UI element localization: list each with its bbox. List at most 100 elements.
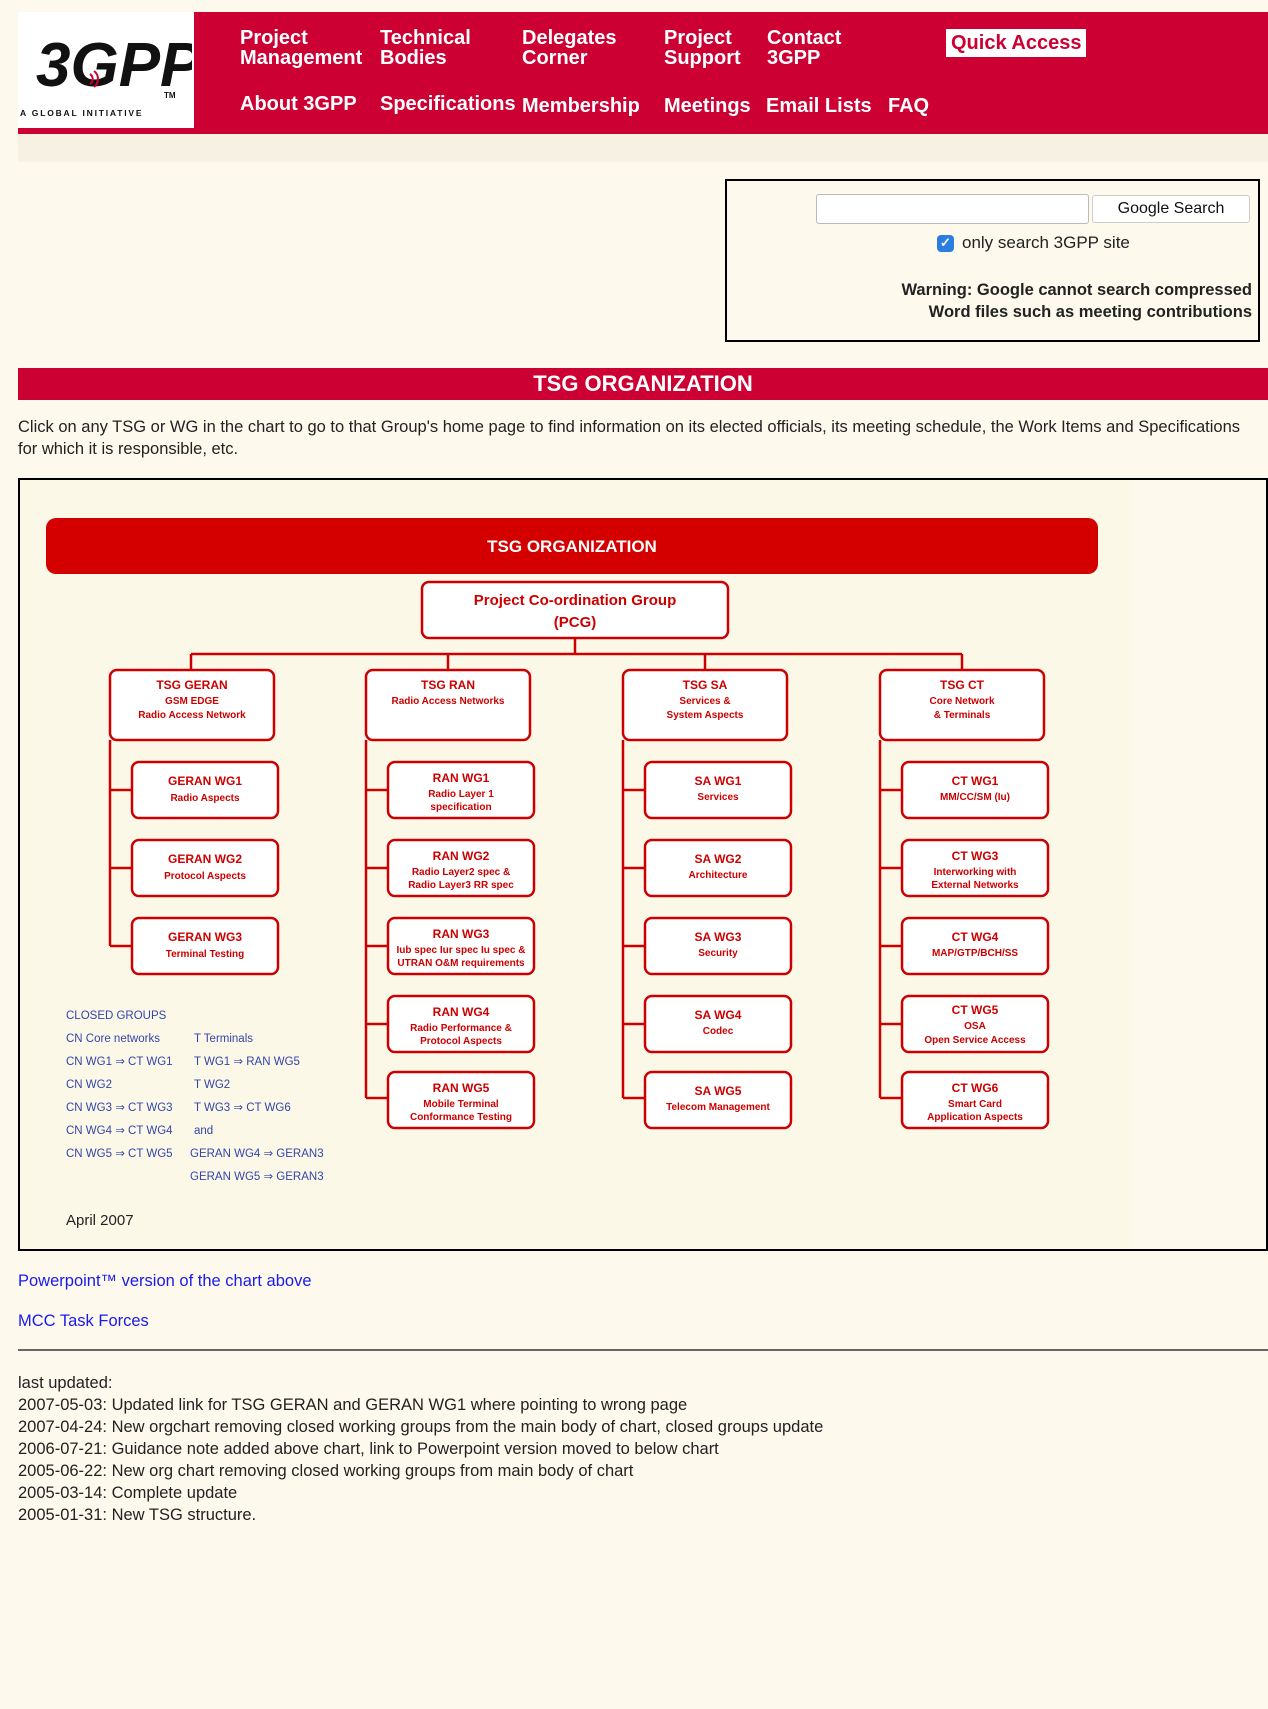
wg-desc: External Networks bbox=[931, 880, 1019, 891]
intro-text: Click on any TSG or WG in the chart to g… bbox=[18, 418, 1241, 458]
wg-desc: Security bbox=[698, 948, 738, 959]
tsg-sub: Services & bbox=[679, 696, 730, 707]
sa-wg4-box[interactable]: SA WG4 Codec bbox=[643, 994, 793, 1054]
geran-wg2-box[interactable]: GERAN WG2 Protocol Aspects bbox=[130, 838, 280, 898]
nav-about-3gpp[interactable]: About 3GPP bbox=[240, 94, 357, 114]
nav-meetings[interactable]: Meetings bbox=[664, 96, 751, 116]
wg-name: RAN WG4 bbox=[433, 1005, 490, 1019]
closed-group-item: CN WG3 ⇒ CT WG3 bbox=[66, 1102, 173, 1114]
sa-wg3-box[interactable]: SA WG3 Security bbox=[643, 916, 793, 976]
wg-desc: Open Service Access bbox=[924, 1035, 1026, 1046]
nav-email-lists[interactable]: Email Lists bbox=[766, 96, 872, 116]
wg-desc: Radio Layer3 RR spec bbox=[408, 880, 514, 891]
google-search-button[interactable]: Google Search bbox=[1092, 195, 1250, 223]
wg-desc: Mobile Terminal bbox=[423, 1099, 499, 1110]
sa-wg2-box[interactable]: SA WG2 Architecture bbox=[643, 838, 793, 898]
ran-wg1-box[interactable]: RAN WG1 Radio Layer 1 specification bbox=[386, 760, 536, 820]
search-input[interactable] bbox=[816, 194, 1089, 224]
ct-wg5-box[interactable]: CT WG5 OSA Open Service Access bbox=[900, 994, 1050, 1054]
wg-name: SA WG3 bbox=[695, 930, 742, 944]
site-header: 3GPP TM A GLOBAL INITIATIVE Project Mana… bbox=[18, 12, 1268, 134]
wg-desc: Protocol Aspects bbox=[420, 1036, 502, 1047]
wg-name: RAN WG1 bbox=[433, 771, 490, 785]
wg-name: CT WG4 bbox=[952, 930, 999, 944]
tsg-sub: System Aspects bbox=[667, 710, 744, 721]
closed-groups-title: CLOSED GROUPS bbox=[66, 1010, 167, 1022]
quick-access-button[interactable]: Quick Access bbox=[946, 29, 1087, 57]
pcg-line2: (PCG) bbox=[554, 614, 597, 631]
nav-specifications[interactable]: Specifications bbox=[380, 94, 516, 114]
logo[interactable]: 3GPP TM A GLOBAL INITIATIVE bbox=[18, 12, 194, 131]
wg-name: CT WG6 bbox=[952, 1081, 999, 1095]
tsg-title: TSG RAN bbox=[421, 678, 475, 692]
update-item: 2005-01-31: New TSG structure. bbox=[18, 1506, 257, 1524]
nav-membership[interactable]: Membership bbox=[522, 96, 640, 116]
wg-desc: Terminal Testing bbox=[166, 949, 245, 960]
tsg-ct-box[interactable]: TSG CT Core Network & Terminals bbox=[878, 668, 1046, 742]
ran-wg2-box[interactable]: RAN WG2 Radio Layer2 spec & Radio Layer3… bbox=[386, 838, 536, 898]
geran-wg3-box[interactable]: GERAN WG3 Terminal Testing bbox=[130, 916, 280, 976]
update-heading: last updated: bbox=[18, 1374, 113, 1392]
search-warning: Warning: Google cannot search compressed… bbox=[832, 279, 1252, 323]
wg-desc: specification bbox=[430, 802, 491, 813]
powerpoint-chart-link[interactable]: Powerpoint™ version of the chart above bbox=[18, 1272, 312, 1291]
ran-wg3-box[interactable]: RAN WG3 Iub spec Iur spec Iu spec & UTRA… bbox=[386, 916, 536, 976]
pcg-line1: Project Co-ordination Group bbox=[474, 592, 677, 609]
checkbox-label: only search 3GPP site bbox=[962, 233, 1130, 252]
nav-technical-bodies[interactable]: Technical Bodies bbox=[380, 28, 471, 68]
wg-desc: Conformance Testing bbox=[410, 1112, 512, 1123]
wg-name: SA WG5 bbox=[695, 1084, 742, 1098]
ran-wg5-box[interactable]: RAN WG5 Mobile Terminal Conformance Test… bbox=[386, 1070, 536, 1130]
chart-date: April 2007 bbox=[66, 1212, 134, 1229]
nav-label: Project bbox=[664, 27, 732, 49]
closed-group-item: T WG3 ⇒ CT WG6 bbox=[194, 1102, 291, 1114]
update-log: last updated: 2007-05-03: Updated link f… bbox=[18, 1372, 823, 1526]
sa-wg1-box[interactable]: SA WG1 Services bbox=[643, 760, 793, 820]
wg-name: RAN WG2 bbox=[433, 849, 490, 863]
wg-desc: Radio Performance & bbox=[410, 1023, 512, 1034]
tsg-sub: & Terminals bbox=[934, 710, 991, 721]
checkbox-checked-icon[interactable]: ✓ bbox=[937, 234, 954, 252]
tsg-sub: Radio Access Networks bbox=[391, 696, 504, 707]
nav-label: Technical bbox=[380, 27, 471, 49]
tsg-title: TSG SA bbox=[683, 678, 728, 692]
warning-line: Warning: Google cannot search compressed bbox=[901, 281, 1252, 299]
org-chart-image: TSG ORGANIZATION Project Co-ordination G… bbox=[20, 480, 1132, 1249]
closed-group-item: CN WG5 ⇒ CT WG5 bbox=[66, 1148, 173, 1160]
update-item: 2005-06-22: New org chart removing close… bbox=[18, 1462, 634, 1480]
closed-group-item: GERAN WG4 ⇒ GERAN3 bbox=[190, 1148, 324, 1160]
update-item: 2007-05-03: Updated link for TSG GERAN a… bbox=[18, 1396, 688, 1414]
geran-wg1-box[interactable]: GERAN WG1 Radio Aspects bbox=[130, 760, 280, 820]
nav-delegates-corner[interactable]: Delegates Corner bbox=[522, 28, 617, 68]
wg-desc: Telecom Management bbox=[666, 1102, 770, 1113]
tsg-geran-box[interactable]: TSG GERAN GSM EDGE Radio Access Network bbox=[108, 668, 276, 742]
tsg-title: TSG GERAN bbox=[156, 678, 227, 692]
tsg-sub: Core Network bbox=[929, 696, 994, 707]
nav-label: Contact bbox=[767, 27, 842, 49]
tsg-ran-box[interactable]: TSG RAN Radio Access Networks bbox=[364, 668, 532, 742]
nav-label: Management bbox=[240, 47, 363, 69]
ct-wg1-box[interactable]: CT WG1 MM/CC/SM (Iu) bbox=[900, 760, 1050, 820]
wg-desc: Radio Aspects bbox=[170, 793, 240, 804]
wg-desc: Codec bbox=[703, 1026, 734, 1037]
nav-project-management[interactable]: Project Management bbox=[240, 28, 362, 68]
nav-contact-3gpp[interactable]: Contact 3GPP bbox=[767, 28, 841, 68]
wg-desc: Radio Layer2 spec & bbox=[412, 867, 510, 878]
nav-label: Bodies bbox=[380, 47, 447, 69]
nav-project-support[interactable]: Project Support bbox=[664, 28, 741, 68]
ct-wg4-box[interactable]: CT WG4 MAP/GTP/BCH/SS bbox=[900, 916, 1050, 976]
ct-wg3-box[interactable]: CT WG3 Interworking with External Networ… bbox=[900, 838, 1050, 898]
tsg-sa-box[interactable]: TSG SA Services & System Aspects bbox=[621, 668, 789, 742]
pcg-box[interactable]: Project Co-ordination Group (PCG) bbox=[420, 580, 730, 640]
mcc-task-forces-link[interactable]: MCC Task Forces bbox=[18, 1312, 149, 1331]
sa-wg5-box[interactable]: SA WG5 Telecom Management bbox=[643, 1070, 793, 1130]
only-search-3gpp-checkbox[interactable]: ✓ only search 3GPP site bbox=[937, 233, 1130, 253]
ran-wg4-box[interactable]: RAN WG4 Radio Performance & Protocol Asp… bbox=[386, 994, 536, 1054]
closed-groups-legend: CLOSED GROUPS CN Core networks CN WG1 ⇒ … bbox=[66, 1010, 324, 1183]
closed-group-item: T Terminals bbox=[194, 1033, 253, 1045]
wg-desc: MAP/GTP/BCH/SS bbox=[932, 948, 1018, 959]
wg-name: SA WG1 bbox=[695, 774, 742, 788]
nav-faq[interactable]: FAQ bbox=[888, 96, 929, 116]
ct-wg6-box[interactable]: CT WG6 Smart Card Application Aspects bbox=[900, 1070, 1050, 1130]
page-title: TSG ORGANIZATION bbox=[18, 368, 1268, 400]
